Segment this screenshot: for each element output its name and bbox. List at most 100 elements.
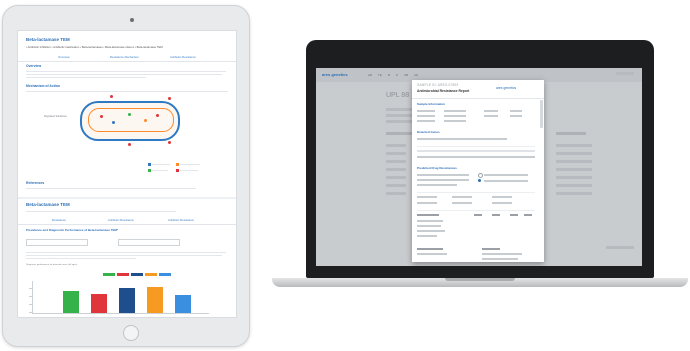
table-header-cell <box>524 214 532 216</box>
footer-text <box>606 246 634 249</box>
row-text <box>556 168 592 171</box>
text-line <box>26 188 196 189</box>
table-divider <box>417 192 535 193</box>
filter-select-1[interactable] <box>26 239 88 246</box>
field-label <box>417 110 435 112</box>
section2-tab-bar: Resistance Antibiotic Resistance Antibio… <box>18 217 236 225</box>
resistance-text <box>417 184 457 186</box>
row-text <box>556 152 592 155</box>
legend-item-4 <box>145 273 157 276</box>
field-label <box>417 115 435 117</box>
user-menu[interactable] <box>616 72 634 75</box>
tablet-page-title: Beta-lactamase TEM <box>26 37 70 42</box>
report-subtitle: Antimicrobial Resistance Report <box>417 89 470 93</box>
molecule-icon <box>128 113 131 116</box>
mechanism-label: Regulated Substance <box>44 115 67 118</box>
prevalence-heading: Prevalence and Diagnostic Performance of… <box>26 228 119 232</box>
molecule-icon <box>144 119 147 122</box>
y-tick <box>29 312 32 313</box>
bar-chart <box>29 273 209 314</box>
table-header-cell <box>510 214 518 216</box>
radio-option-selected[interactable] <box>478 179 481 182</box>
table-header-cell <box>474 214 482 216</box>
tab-antibiotic-resistance-3[interactable]: Antibiotic Resistance <box>168 218 194 222</box>
references-heading: References <box>26 181 45 185</box>
field-value <box>444 120 466 122</box>
legend-text <box>180 170 198 171</box>
sample-id-title: SAMPLE ID: ARES-07893 <box>417 83 459 87</box>
bar-1 <box>63 291 79 313</box>
filter-select-2[interactable] <box>118 239 180 246</box>
text-line <box>26 74 222 75</box>
row-text <box>556 192 592 195</box>
tablet-tab-bar: Overview Resistance Mechanism Antibiotic… <box>18 54 236 62</box>
y-tick <box>29 296 32 297</box>
row-text <box>386 168 406 171</box>
legend-text <box>180 164 200 165</box>
table-cell <box>492 196 512 198</box>
molecule-icon <box>100 115 103 118</box>
table-cell <box>452 202 472 204</box>
table-cell <box>417 225 441 227</box>
tab-overview[interactable]: Overview <box>58 55 70 59</box>
field-value <box>444 115 466 117</box>
row-text <box>386 184 406 187</box>
text-line <box>26 258 136 259</box>
table-cell <box>417 202 437 204</box>
legend-swatch <box>176 163 179 166</box>
row-text <box>386 152 406 155</box>
bar-3 <box>119 288 135 313</box>
row-text <box>386 192 406 195</box>
radio-option[interactable] <box>478 173 483 178</box>
nav-item[interactable]: TE <box>378 73 382 77</box>
section2-title: Beta-lactamase TEM <box>26 202 70 207</box>
modal-header: SAMPLE ID: ARES-07893 Antimicrobial Resi… <box>412 80 544 99</box>
y-tick <box>29 288 32 289</box>
genes-table-header <box>417 150 535 152</box>
tablet-device: Beta-lactamase TEM • Antibiotic inhibiti… <box>2 5 250 347</box>
nav-item[interactable]: P <box>396 73 398 77</box>
nav-item[interactable]: B <box>388 73 390 77</box>
table-cell <box>492 202 512 204</box>
section-sample-info: Sample Information <box>417 102 446 106</box>
text-line <box>26 71 226 72</box>
footer-text <box>482 258 518 260</box>
text-line <box>26 77 146 78</box>
section-predicted-resistances: Predicted Drug Resistances <box>417 166 457 170</box>
modal-brand-logo: ares genetics <box>496 86 517 90</box>
table-cell <box>417 196 437 198</box>
tab-antibiotic-resistance-2[interactable]: Antibiotic Resistance <box>108 218 134 222</box>
footer-label <box>482 248 500 250</box>
footer-label <box>417 248 443 250</box>
field-value <box>510 110 522 112</box>
footer-text <box>417 253 447 255</box>
legend-swatch <box>148 169 151 172</box>
home-button[interactable] <box>123 325 139 341</box>
modal-scrollbar[interactable] <box>540 100 543 128</box>
table-cell <box>417 220 443 222</box>
molecule-icon <box>156 114 159 117</box>
table-header-cell <box>492 214 500 216</box>
bar-2 <box>91 293 107 313</box>
nav-item[interactable]: AR <box>368 73 372 77</box>
row-text <box>386 144 406 147</box>
section-divider <box>18 197 236 199</box>
tab-antibiotic-resistance[interactable]: Antibiotic Resistance <box>170 55 196 59</box>
table-header <box>556 132 586 135</box>
molecule-icon <box>168 97 171 100</box>
field-value <box>444 110 466 112</box>
molecule-icon <box>112 121 115 124</box>
row-text <box>386 176 406 179</box>
nav-item[interactable]: AB <box>404 73 408 77</box>
tablet-screen: Beta-lactamase TEM • Antibiotic inhibiti… <box>17 30 237 318</box>
table-header-cell <box>417 214 439 216</box>
field-label <box>417 120 435 122</box>
tab-resistance[interactable]: Resistance <box>52 218 66 222</box>
tab-resistance-mechanism[interactable]: Resistance Mechanism <box>110 55 139 59</box>
legend-item-3 <box>131 273 143 276</box>
legend-swatch <box>176 169 179 172</box>
cell-membrane <box>88 108 174 132</box>
breadcrumb: • Antibiotic inhibition • Antibiotic ina… <box>26 45 163 49</box>
mechanism-heading: Mechanism of Action <box>26 84 60 88</box>
nav-item[interactable]: AN <box>414 73 418 77</box>
